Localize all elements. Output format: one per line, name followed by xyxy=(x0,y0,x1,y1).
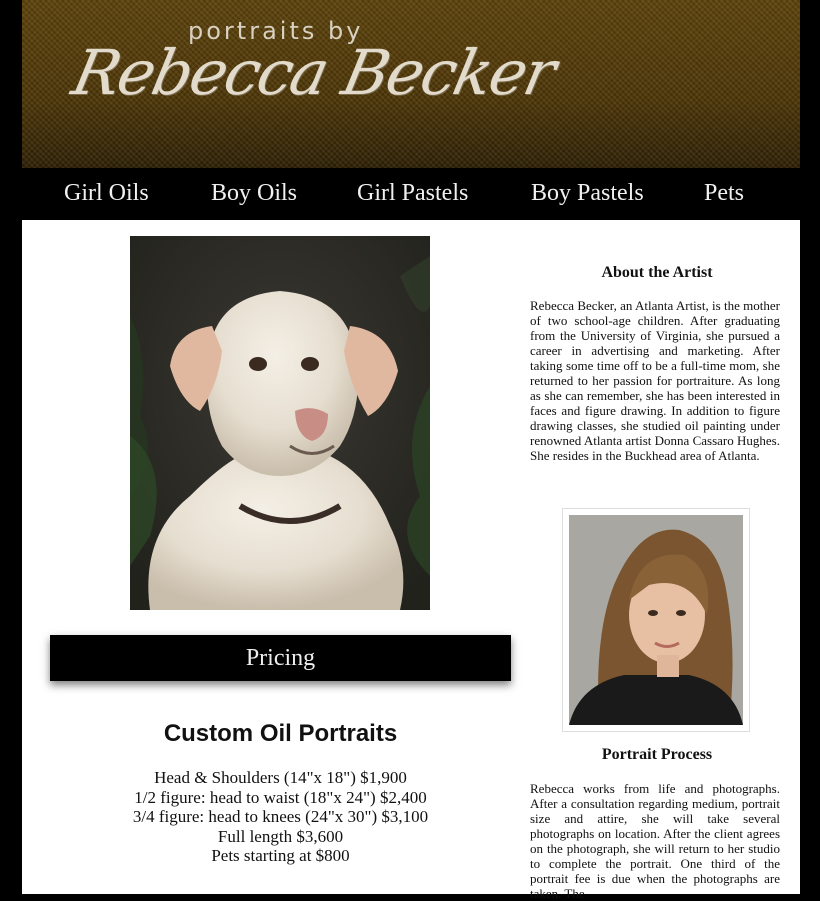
nav-item-boy-pastels[interactable]: Boy Pastels xyxy=(531,180,644,207)
about-heading: About the Artist xyxy=(601,264,713,281)
nav-item-girl-oils[interactable]: Girl Oils xyxy=(64,180,149,207)
about-text: Rebecca Becker, an Atlanta Artist, is th… xyxy=(530,298,780,463)
price-line: 1/2 figure: head to waist (18"x 24") $2,… xyxy=(134,787,427,807)
page-frame: portraits by Rebecca Becker Girl Oils Bo… xyxy=(0,0,820,901)
price-line: Full length $3,600 xyxy=(217,826,344,846)
pricing-title: Custom Oil Portraits xyxy=(163,720,398,747)
logo-name[interactable]: Rebecca Becker xyxy=(66,36,560,109)
nav-item-pets[interactable]: Pets xyxy=(704,180,744,207)
main-nav: Girl Oils Boy Oils Girl Pastels Boy Past… xyxy=(22,168,800,220)
pricing-button[interactable]: Pricing xyxy=(50,635,511,681)
main-content: Pricing Custom Oil Portraits Head & Shou… xyxy=(22,220,800,901)
site-header: portraits by Rebecca Becker xyxy=(22,0,800,168)
price-line: Head & Shoulders (14"x 18") $1,900 xyxy=(154,768,407,787)
nav-item-girl-pastels[interactable]: Girl Pastels xyxy=(357,180,468,207)
process-text: Rebecca works from life and photographs.… xyxy=(530,781,780,901)
nav-item-boy-oils[interactable]: Boy Oils xyxy=(211,180,297,207)
artist-photo-frame xyxy=(562,508,750,732)
artist-photo xyxy=(569,515,743,725)
price-list: Head & Shoulders (14"x 18") $1,900 1/2 f… xyxy=(50,768,511,866)
dog-portrait-image xyxy=(130,236,430,610)
process-heading: Portrait Process xyxy=(601,746,713,763)
price-line: Pets starting at $800 xyxy=(211,846,350,865)
price-line: 3/4 figure: head to knees (24"x 30") $3,… xyxy=(132,807,429,826)
